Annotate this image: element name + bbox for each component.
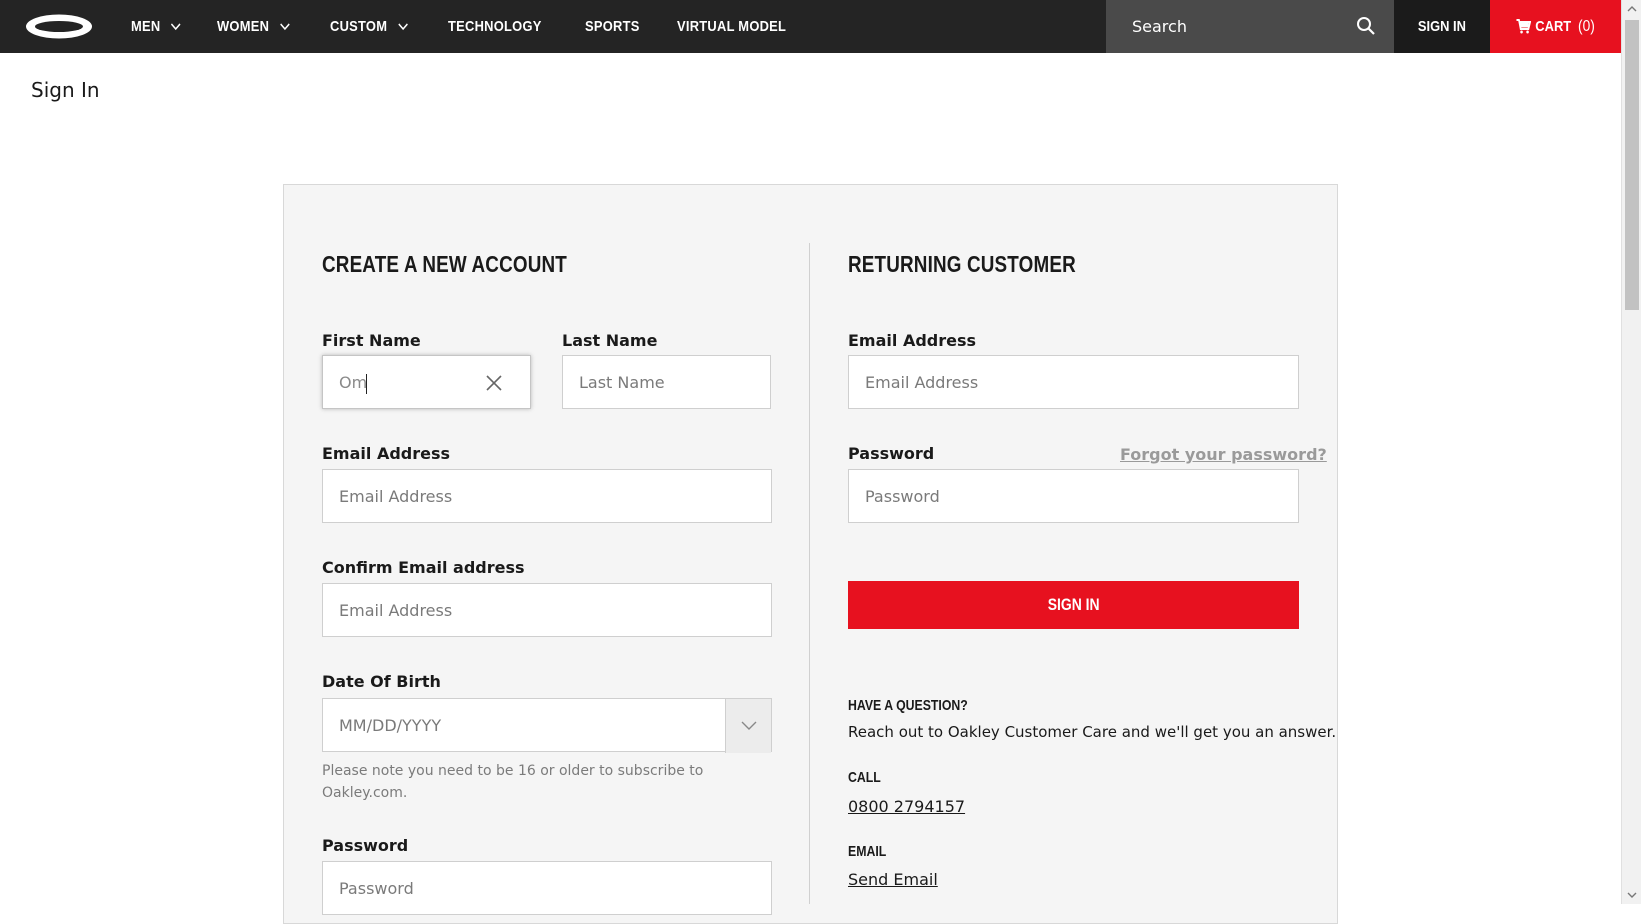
nav-sports[interactable]: SPORTS: [585, 18, 640, 35]
returning-password-label: Password: [848, 444, 935, 463]
nav-men-label: MEN: [131, 18, 161, 35]
nav-custom-label: CUSTOM: [329, 18, 388, 35]
nav-women[interactable]: WOMEN: [217, 18, 290, 35]
scroll-up-arrow-icon[interactable]: [1627, 6, 1637, 12]
search-box: [1106, 0, 1394, 53]
chevron-down-icon: [397, 22, 408, 30]
cart-label: CART: [1535, 18, 1572, 35]
question-text: Reach out to Oakley Customer Care and we…: [848, 723, 1337, 741]
password-field[interactable]: [322, 861, 772, 915]
chevron-down-icon: [171, 22, 181, 30]
first-name-label: First Name: [322, 331, 421, 350]
create-account-title: CREATE A NEW ACCOUNT: [322, 251, 567, 277]
nav-technology-label: TECHNOLOGY: [448, 18, 543, 35]
last-name-label: Last Name: [562, 331, 658, 350]
cart-count: (0): [1577, 17, 1595, 35]
oakley-logo-icon[interactable]: [24, 12, 94, 41]
nav-virtual-model[interactable]: VIRTUAL MODEL: [677, 18, 786, 35]
nav-custom[interactable]: CUSTOM: [330, 18, 408, 35]
page-scrollbar[interactable]: [1621, 0, 1641, 904]
returning-customer-title: RETURNING CUSTOMER: [848, 251, 1076, 277]
main-nav: MEN WOMEN CUSTOM TECHNOLOGY SPORTS VIRTU…: [131, 0, 832, 53]
forgot-password-link[interactable]: Forgot your password?: [1120, 445, 1327, 464]
nav-sports-label: SPORTS: [585, 18, 640, 35]
clear-field-icon[interactable]: [485, 374, 503, 392]
confirm-email-field[interactable]: [322, 583, 772, 637]
question-heading: HAVE A QUESTION?: [848, 697, 968, 714]
send-email-link[interactable]: Send Email: [848, 870, 938, 889]
page-title: Sign In: [31, 78, 100, 102]
dob-field[interactable]: [322, 698, 772, 752]
confirm-email-label: Confirm Email address: [322, 558, 525, 577]
shopping-cart-icon: [1516, 19, 1531, 34]
returning-password-field[interactable]: [848, 469, 1299, 523]
last-name-field[interactable]: [562, 355, 771, 409]
chevron-down-icon: [741, 721, 756, 730]
email-heading: EMAIL: [848, 843, 887, 860]
email-field[interactable]: [322, 469, 772, 523]
nav-technology[interactable]: TECHNOLOGY: [448, 18, 542, 35]
nav-virtual-model-label: VIRTUAL MODEL: [676, 18, 786, 35]
nav-men[interactable]: MEN: [131, 18, 181, 35]
scroll-down-arrow-icon[interactable]: [1627, 892, 1637, 898]
text-cursor: [366, 374, 367, 394]
search-icon[interactable]: [1356, 16, 1376, 36]
phone-link[interactable]: 0800 2794157: [848, 797, 965, 816]
search-input[interactable]: [1106, 0, 1346, 53]
top-navigation-bar: MEN WOMEN CUSTOM TECHNOLOGY SPORTS VIRTU…: [0, 0, 1621, 53]
sign-in-button-label: SIGN IN: [1047, 595, 1100, 614]
scrollbar-thumb[interactable]: [1625, 20, 1639, 310]
chevron-down-icon: [280, 22, 290, 30]
nav-women-label: WOMEN: [217, 18, 270, 35]
dob-note: Please note you need to be 16 or older t…: [322, 763, 704, 801]
dob-label: Date Of Birth: [322, 672, 441, 691]
sign-in-button[interactable]: SIGN IN: [848, 581, 1299, 629]
header-sign-in-link[interactable]: SIGN IN: [1394, 0, 1490, 53]
cart-button[interactable]: CART (0): [1490, 0, 1621, 53]
sign-in-panel: [283, 184, 1338, 924]
header-sign-in-label: SIGN IN: [1417, 18, 1467, 35]
cart-inner: CART (0): [1516, 17, 1595, 36]
returning-email-label: Email Address: [848, 331, 977, 350]
dob-dropdown-button[interactable]: [725, 699, 771, 753]
returning-email-field[interactable]: [848, 355, 1299, 409]
column-divider: [809, 243, 810, 904]
email-label: Email Address: [322, 444, 451, 463]
password-label: Password: [322, 836, 409, 855]
call-heading: CALL: [848, 769, 881, 786]
